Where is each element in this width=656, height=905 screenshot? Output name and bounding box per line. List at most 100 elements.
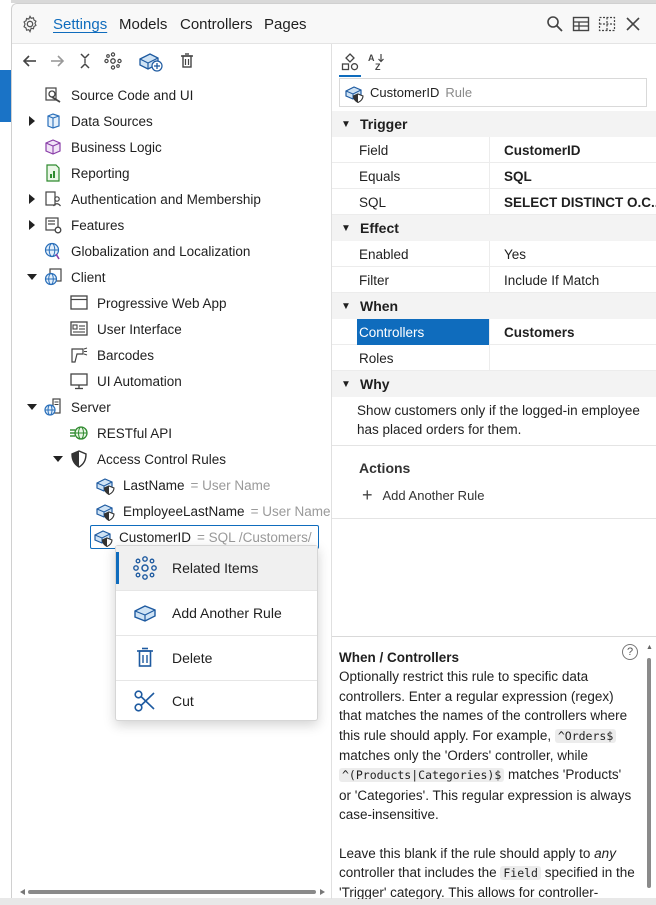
tree-node-rule-employeelastname[interactable]: EmployeeLastName = User Name [78,499,330,523]
sort-alphabetical-icon[interactable]: A Z [367,52,387,72]
rule-shield-icon [95,475,115,495]
tree-node-client[interactable]: Client [26,265,106,289]
property-row-enabled[interactable]: Enabled Yes [332,241,656,267]
property-value[interactable]: Include If Match [489,267,656,293]
trash-icon [132,645,158,671]
search-icon[interactable] [546,15,564,33]
tree-node-globalization[interactable]: Globalization and Localization [26,239,250,263]
category-label: When [360,298,399,314]
tree-node-label: Progressive Web App [97,295,227,311]
help-question-icon[interactable]: ? [622,644,638,660]
forward-arrow-icon[interactable] [48,52,66,70]
features-icon [43,215,63,235]
expand-arrow-icon[interactable] [26,115,38,127]
property-value[interactable]: CustomerID [489,137,656,163]
context-delete[interactable]: Delete [116,636,317,680]
tree-node-features[interactable]: Features [26,213,124,237]
collapse-all-icon[interactable] [76,52,94,70]
menu-pages[interactable]: Pages [264,16,307,33]
add-rule-icon[interactable] [138,49,164,73]
divider [332,445,656,446]
tree-node-barcodes[interactable]: Barcodes [52,343,154,367]
gear-icon[interactable] [21,15,39,33]
collapse-triangle-icon[interactable]: ▼ [341,301,351,312]
tree-node-label: Reporting [71,165,130,181]
menu-models[interactable]: Models [119,16,167,33]
context-add-another-rule[interactable]: Add Another Rule [116,591,317,635]
help-vertical-scrollbar[interactable]: ▲ [645,644,653,894]
scissors-icon [132,688,158,714]
tree-node-source-code[interactable]: Source Code and UI [26,83,193,107]
property-row-equals[interactable]: Equals SQL [332,163,656,189]
category-trigger[interactable]: ▼ Trigger [332,111,656,137]
context-related-items[interactable]: Related Items [116,546,317,590]
tree-horizontal-scrollbar[interactable] [20,888,326,896]
property-row-sql[interactable]: SQL SELECT DISTINCT O.C... [332,189,656,215]
property-key: Enabled [359,246,409,262]
menu-settings[interactable]: Settings [53,16,107,33]
tree-node-label: RESTful API [97,425,173,441]
tree-node-pwa[interactable]: Progressive Web App [52,291,227,315]
category-why[interactable]: ▼ Why [332,371,656,397]
why-description[interactable]: Show customers only if the logged-in emp… [357,401,652,439]
tree-node-label: Source Code and UI [71,87,194,103]
table-view-icon[interactable] [572,15,590,33]
categorized-view-icon[interactable] [340,52,360,72]
shield-icon [69,449,89,469]
add-another-rule-button[interactable]: + Add Another Rule [362,485,484,506]
tree-node-label: Server [71,399,111,415]
property-row-controllers[interactable]: Controllers Customers [332,319,656,345]
category-label: Effect [360,220,399,236]
monitor-icon [69,371,89,391]
property-row-roles[interactable]: Roles [332,345,656,371]
help-content: When / Controllers Optionally restrict t… [339,648,635,899]
scroll-left-icon[interactable] [20,889,26,895]
scrollbar-thumb[interactable] [28,890,316,894]
collapse-triangle-icon[interactable]: ▼ [341,379,351,390]
property-value[interactable]: Customers [489,319,656,345]
related-items-icon[interactable] [104,52,122,70]
menu-controllers[interactable]: Controllers [180,16,253,33]
tree-node-reporting[interactable]: Reporting [26,161,130,185]
close-icon[interactable] [624,15,642,33]
tree-node-hint: = User Name [190,477,271,493]
tree-node-authentication[interactable]: Authentication and Membership [26,187,261,211]
tree-node-access-control-rules[interactable]: Access Control Rules [52,447,226,471]
help-panel: When / Controllers Optionally restrict t… [332,637,656,899]
tree-node-restful-api[interactable]: RESTful API [52,421,172,445]
tree-node-data-sources[interactable]: Data Sources [26,109,153,133]
collapse-arrow-icon[interactable] [26,271,38,283]
collapse-triangle-icon[interactable]: ▼ [341,119,351,130]
tree-node-ui-automation[interactable]: UI Automation [52,369,182,393]
property-row-field[interactable]: Field CustomerID [332,137,656,163]
collapse-arrow-icon[interactable] [52,453,64,465]
tree-node-label: UI Automation [97,373,182,389]
category-effect[interactable]: ▼ Effect [332,215,656,241]
property-value[interactable]: SELECT DISTINCT O.C... [489,189,656,215]
collapse-arrow-icon[interactable] [26,401,38,413]
grid-dotted-icon[interactable] [598,15,616,33]
property-key: Field [359,142,389,158]
context-menu: Related Items Add Another Rule Delete Cu… [115,545,318,721]
help-paragraph-2: Leave this blank if the rule should appl… [339,844,635,899]
property-row-filter[interactable]: Filter Include If Match [332,267,656,293]
context-item-label: Delete [172,650,213,666]
property-value[interactable]: Yes [489,241,656,267]
collapse-triangle-icon[interactable]: ▼ [341,223,351,234]
property-value[interactable] [489,345,656,371]
tree-node-rule-lastname[interactable]: LastName = User Name [78,473,270,497]
expand-arrow-icon[interactable] [26,193,38,205]
category-when[interactable]: ▼ When [332,293,656,319]
tree-node-user-interface[interactable]: User Interface [52,317,182,341]
scrollbar-thumb[interactable] [647,658,651,888]
property-value[interactable]: SQL [489,163,656,189]
context-cut[interactable]: Cut [116,681,317,721]
expand-arrow-icon[interactable] [26,219,38,231]
tree-node-hint: = User Name [250,503,331,519]
delete-icon[interactable] [178,52,196,70]
tree-node-server[interactable]: Server [26,395,111,419]
scroll-right-icon[interactable] [320,889,326,895]
scroll-up-icon[interactable]: ▲ [646,644,653,651]
tree-node-business-logic[interactable]: Business Logic [26,135,162,159]
back-arrow-icon[interactable] [21,52,39,70]
